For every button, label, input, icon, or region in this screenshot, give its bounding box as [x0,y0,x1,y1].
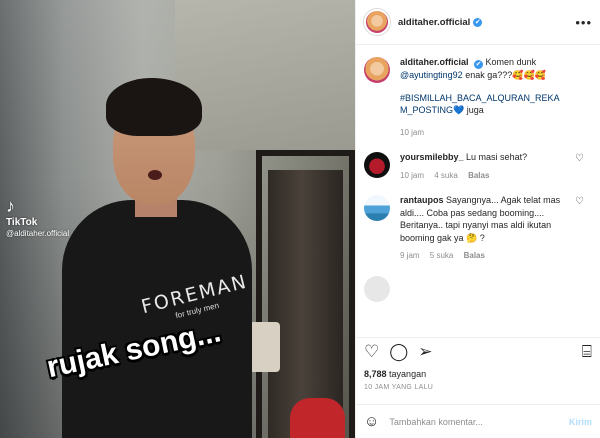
comment-time: 9 jam [400,251,420,260]
emoji-icon[interactable]: ☺ [364,413,379,430]
post-video[interactable]: FOREMAN for truly men ♪ TikTok @alditahe… [0,0,355,438]
comment-like-heart-icon[interactable]: ♡ [575,153,584,164]
comment-meta: 10 jam 4 suka Balas [400,170,565,183]
reply-button[interactable]: Balas [468,171,489,180]
share-icon[interactable]: ➢ [418,342,432,362]
comments-list[interactable]: alditaher.official ✔ Komen dunk @ayuting… [356,46,600,336]
views-count[interactable]: 8,788 tayangan [364,369,592,379]
post-timestamp: 10 JAM YANG LALU [364,384,434,391]
more-options-icon[interactable]: ••• [575,15,592,30]
author-avatar[interactable] [364,9,390,35]
caption-text-end: enak ga???🥰🥰🥰 [462,70,546,80]
comment-body: rantaupos Sayangnya... Agak telat mas al… [400,194,565,263]
comment-input[interactable] [389,416,569,427]
comment-likes[interactable]: 4 suka [434,171,458,180]
comment-avatar[interactable] [364,152,390,178]
comment-item-partial [364,275,592,302]
post-caption: alditaher.official ✔ Komen dunk @ayuting… [364,56,592,139]
comment-item: rantaupos Sayangnya... Agak telat mas al… [364,194,592,263]
instagram-post-view: FOREMAN for truly men ♪ TikTok @alditahe… [0,0,600,438]
verified-badge-icon: ✔ [474,60,484,69]
comment-username[interactable]: rantaupos [400,195,444,205]
comment-username[interactable]: yoursmilebby_ [400,152,464,162]
caption-text-start: Komen dunk [483,57,537,67]
comment-item: yoursmilebby_ Lu masi sehat? 10 jam 4 su… [364,151,592,182]
caption-body: alditaher.official ✔ Komen dunk @ayuting… [400,56,565,139]
caption-username[interactable]: alditaher.official [400,57,469,67]
post-side-panel: alditaher.official ✔ ••• alditaher.offic… [355,0,600,438]
heart-icon[interactable]: ♡ [364,342,379,362]
caption-time: 10 jam [400,127,425,137]
caption-mention-link[interactable]: @ayutingting92 [400,70,463,80]
post-actions: ♡ ◯ ➢ ⌸ 8,788 tayangan 10 JAM YANG LALU [356,337,600,391]
caption-meta: 10 jam [400,127,565,140]
comment-like-heart-icon[interactable]: ♡ [575,196,584,207]
comment-time: 10 jam [400,170,425,180]
post-comment-button[interactable]: Kirim [569,417,592,427]
comment-likes[interactable]: 5 suka [430,251,454,260]
add-comment-bar: ☺ Kirim [356,404,600,438]
caption-hashtag-suffix: 💙 juga [453,105,484,115]
author-username[interactable]: alditaher.official [398,17,470,28]
tiktok-brand-text: TikTok [6,217,38,228]
comment-text: Lu masi sehat? [466,152,528,162]
person-hair [106,78,202,136]
comment-meta: 9 jam 5 suka Balas [400,250,565,263]
comment-avatar[interactable] [364,195,390,221]
tiktok-watermark: ♪ TikTok @alditaher.official [6,196,69,238]
person-shirt [62,200,252,438]
views-label: tayangan [389,369,427,379]
caption-hashtag-line: #BISMILLAH_BACA_ALQURAN_REKAM_POSTING💙 j… [400,92,565,117]
tiktok-logo-icon: ♪ [6,196,15,216]
tiktok-handle-text: @alditaher.official [6,229,70,238]
comment-body: yoursmilebby_ Lu masi sehat? 10 jam 4 su… [400,151,565,182]
action-icons: ♡ ◯ ➢ ⌸ [364,338,592,366]
caption-avatar[interactable] [364,57,390,83]
post-header: alditaher.official ✔ ••• [356,0,600,45]
person-mouth [148,170,162,180]
views-number: 8,788 [364,369,387,379]
comment-avatar[interactable] [364,275,390,302]
verified-badge-icon: ✔ [473,17,483,27]
bookmark-icon[interactable]: ⌸ [582,342,592,362]
reply-button[interactable]: Balas [464,251,485,260]
comment-icon[interactable]: ◯ [389,342,408,362]
